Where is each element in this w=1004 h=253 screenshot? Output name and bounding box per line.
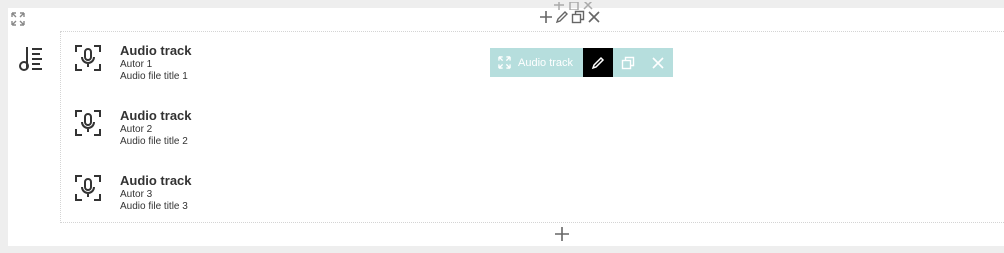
microphone-icon xyxy=(75,110,101,141)
editor-canvas: Audio track Autor 1 Audio file title 1 A… xyxy=(8,2,1004,247)
audio-list-icon xyxy=(18,44,48,79)
pencil-icon xyxy=(591,56,605,69)
track-file-title: Audio file title 3 xyxy=(120,201,188,212)
microphone-icon xyxy=(75,175,101,206)
add-block-button[interactable] xyxy=(554,226,570,247)
block-toolbar xyxy=(539,10,601,24)
list-item[interactable]: Audio track Autor 2 Audio file title 2 xyxy=(75,108,375,156)
item-toolbar-label-button[interactable]: Audio track xyxy=(490,48,584,77)
item-toolbar-label: Audio track xyxy=(518,56,574,69)
expand-icon[interactable] xyxy=(11,12,25,31)
copy-icon[interactable] xyxy=(571,10,585,24)
toolbar-remnant-icon xyxy=(554,2,593,10)
close-icon[interactable] xyxy=(587,10,601,24)
track-author: Autor 2 xyxy=(120,124,153,135)
expand-icon xyxy=(498,56,511,69)
close-icon xyxy=(652,56,664,69)
track-title: Audio track xyxy=(120,108,192,123)
pencil-icon[interactable] xyxy=(555,10,569,24)
list-item[interactable]: Audio track Autor 3 Audio file title 3 xyxy=(75,173,375,221)
item-toolbar: Audio track xyxy=(490,48,674,77)
track-file-title: Audio file title 1 xyxy=(120,71,188,82)
track-title: Audio track xyxy=(120,173,192,188)
copy-button[interactable] xyxy=(613,48,644,77)
plus-icon xyxy=(555,227,569,241)
remove-button[interactable] xyxy=(643,48,674,77)
track-author: Autor 3 xyxy=(120,189,153,200)
plus-icon[interactable] xyxy=(539,10,553,24)
edit-button[interactable] xyxy=(583,48,614,77)
track-author: Autor 1 xyxy=(120,59,153,70)
microphone-icon xyxy=(75,45,101,76)
previous-block-toolbar xyxy=(548,2,598,10)
copy-icon xyxy=(621,56,635,69)
track-title: Audio track xyxy=(120,43,192,58)
list-item[interactable]: Audio track Autor 1 Audio file title 1 xyxy=(75,43,375,91)
track-file-title: Audio file title 2 xyxy=(120,136,188,147)
